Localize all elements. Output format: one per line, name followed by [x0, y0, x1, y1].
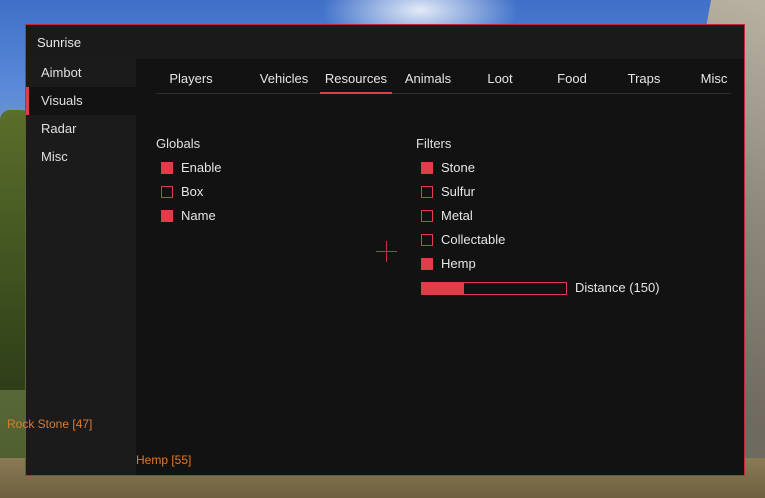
esp-label-hemp: Hemp [55] — [136, 453, 192, 467]
tab-loot[interactable]: Loot — [464, 65, 536, 93]
tab-animals[interactable]: Animals — [392, 65, 464, 93]
checkbox-label: Stone — [441, 160, 475, 175]
sidebar-item-label: Visuals — [41, 93, 83, 108]
window-title: Sunrise — [37, 35, 82, 50]
distance-label: Distance (150) — [575, 280, 660, 295]
tab-players[interactable]: Players — [156, 65, 226, 93]
checkbox-box — [161, 186, 173, 198]
checkbox-box — [421, 234, 433, 246]
tab-traps[interactable]: Traps — [608, 65, 680, 93]
checkbox-box — [161, 210, 173, 222]
checkbox-box — [161, 162, 173, 174]
checkbox-box — [421, 258, 433, 270]
distance-slider-fill — [422, 283, 464, 294]
sidebar-item-aimbot[interactable]: Aimbot — [26, 59, 136, 87]
tab-bar: Players Vehicles Resources Animals Loot … — [156, 65, 731, 94]
sidebar-item-visuals[interactable]: Visuals — [26, 87, 136, 115]
content-panel: Players Vehicles Resources Animals Loot … — [136, 59, 744, 475]
checkbox-label: Hemp — [441, 256, 476, 271]
esp-label-rock-stone: Rock Stone [47] — [7, 417, 93, 431]
tab-misc[interactable]: Misc — [680, 65, 748, 93]
sidebar-item-label: Aimbot — [41, 65, 82, 80]
checkbox-label: Name — [181, 208, 216, 223]
sidebar-item-radar[interactable]: Radar — [26, 115, 136, 143]
checkbox-label: Enable — [181, 160, 222, 175]
tab-resources[interactable]: Resources — [320, 65, 392, 94]
tab-food[interactable]: Food — [536, 65, 608, 93]
checkbox-label: Metal — [441, 208, 473, 223]
globals-heading: Globals — [156, 136, 201, 151]
filters-heading: Filters — [416, 136, 452, 151]
checkbox-label: Collectable — [441, 232, 506, 247]
checkbox-label: Box — [181, 184, 204, 199]
sidebar-item-label: Misc — [41, 149, 68, 164]
crosshair-icon — [376, 241, 397, 262]
sidebar-item-misc[interactable]: Misc — [26, 143, 136, 171]
checkbox-box — [421, 210, 433, 222]
checkbox-box — [421, 162, 433, 174]
distance-slider[interactable] — [421, 282, 567, 295]
sidebar-item-label: Radar — [41, 121, 77, 136]
checkbox-box — [421, 186, 433, 198]
checkbox-label: Sulfur — [441, 184, 475, 199]
tab-vehicles[interactable]: Vehicles — [248, 65, 320, 93]
title-bar[interactable]: Sunrise — [26, 25, 744, 59]
sidebar: Aimbot Visuals Radar Misc — [26, 59, 136, 475]
